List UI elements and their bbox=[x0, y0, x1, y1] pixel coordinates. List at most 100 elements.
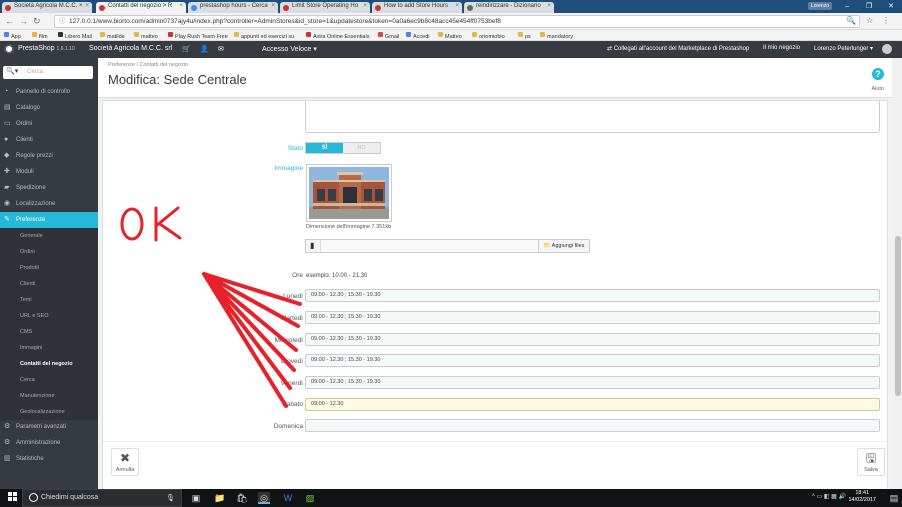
chrome-icon[interactable]: ◎ bbox=[258, 492, 270, 504]
hours-input-sunday[interactable] bbox=[305, 419, 880, 432]
bookmark[interactable]: Play Rush Team Free bbox=[168, 32, 228, 40]
hours-input-wednesday[interactable]: 09.00 - 12.30 ; 15.30 - 19.30 bbox=[305, 333, 880, 346]
bookmark[interactable]: Avira Online Essentials bbox=[306, 32, 369, 40]
hours-input-friday[interactable]: 09.00 - 12.30 ; 15.30 - 19.30 bbox=[305, 376, 880, 389]
microphone-icon[interactable]: 🎙 bbox=[166, 494, 175, 502]
submenu-item[interactable]: Cerca bbox=[0, 372, 98, 388]
help-icon[interactable]: ? bbox=[872, 68, 884, 80]
bookmark[interactable]: Gmail bbox=[378, 32, 399, 40]
bookmark[interactable]: film bbox=[32, 32, 48, 40]
sidebar-item-catalog[interactable]: ▤ Catalogo bbox=[0, 100, 98, 116]
help-label[interactable]: Aiuto bbox=[871, 86, 884, 92]
vertical-scrollbar[interactable] bbox=[894, 58, 902, 489]
status-no[interactable]: NO bbox=[343, 143, 380, 153]
submenu-item[interactable]: URL e SEO bbox=[0, 308, 98, 324]
user-menu[interactable]: Lorenzo Peterlunger ▾ bbox=[814, 45, 873, 52]
reload-icon[interactable]: ↻ bbox=[33, 16, 41, 27]
back-icon[interactable]: ← bbox=[5, 16, 14, 26]
quick-access-dropdown[interactable]: Accesso Veloce ▾ bbox=[262, 45, 317, 53]
bookmark[interactable]: mandatory bbox=[540, 32, 573, 40]
url-input[interactable]: ⓘ 127.0.0.1/www.biorto.com/admin0737ajy4u… bbox=[54, 15, 860, 28]
hours-input-saturday[interactable]: 09.00 - 12.30 bbox=[305, 398, 880, 411]
bookmark[interactable]: ps bbox=[518, 32, 531, 40]
sidebar-item-preferences[interactable]: ✎ Preferenze bbox=[0, 212, 98, 228]
app-icon[interactable]: ▨ bbox=[304, 492, 316, 504]
maximize-icon[interactable]: ❐ bbox=[858, 0, 880, 13]
taskbar-search-input[interactable]: Chiedimi qualcosa 🎙 bbox=[22, 489, 182, 507]
add-files-button[interactable]: 📁 Aggiungi files bbox=[538, 240, 589, 252]
user-icon[interactable]: 👤 bbox=[200, 45, 209, 53]
sidebar-item-dashboard[interactable]: ◔ Pannello di controllo bbox=[0, 84, 98, 100]
hours-input-thursday[interactable]: 09.00 - 12.30 ; 15.30 - 19.30 bbox=[305, 354, 880, 367]
browser-tab[interactable]: prestashop hours - Cerca × bbox=[188, 2, 278, 13]
word-icon[interactable]: W bbox=[282, 492, 294, 504]
sidebar-item-orders[interactable]: ▭ Ordini bbox=[0, 116, 98, 132]
sidebar-item-advanced[interactable]: ⚙ Parametri avanzati bbox=[0, 419, 98, 435]
cart-icon[interactable]: 🛒 bbox=[182, 45, 191, 53]
close-icon[interactable]: × bbox=[271, 3, 275, 9]
hours-input-monday[interactable]: 09.00 - 12.30 ; 15.30 - 19.30 bbox=[305, 289, 880, 302]
bookmark[interactable]: App bbox=[4, 32, 21, 40]
close-icon[interactable]: × bbox=[85, 3, 89, 9]
submenu-item[interactable]: Manutenzione bbox=[0, 388, 98, 404]
task-view-icon[interactable]: ▣ bbox=[190, 492, 202, 504]
prestashop-logo-icon[interactable] bbox=[4, 44, 14, 54]
submenu-item[interactable]: Ordini bbox=[0, 244, 98, 260]
shop-name[interactable]: Società Agricola M.C.C. srl bbox=[89, 45, 172, 52]
zoom-icon[interactable]: 🔍 bbox=[846, 16, 856, 25]
textarea-field[interactable] bbox=[305, 101, 880, 133]
mail-icon[interactable]: ✉ bbox=[218, 45, 224, 53]
submenu-item-current[interactable]: Contatti del negozio bbox=[0, 356, 98, 372]
windows-start-icon[interactable] bbox=[8, 492, 18, 502]
file-name-input[interactable] bbox=[320, 240, 538, 252]
my-shop-link[interactable]: Il mio negozio bbox=[763, 45, 800, 51]
forward-icon[interactable]: → bbox=[19, 16, 28, 26]
browser-tab-active[interactable]: Contatti del negozio > R × bbox=[96, 2, 186, 13]
file-upload[interactable]: ▮ 📁 Aggiungi files bbox=[305, 239, 590, 253]
sidebar-item-stats[interactable]: ▥ Statistiche bbox=[0, 451, 98, 467]
close-icon[interactable]: × bbox=[547, 3, 551, 9]
hours-input-tuesday[interactable]: 09.00 - 12.30 ; 15.30 - 19.30 bbox=[305, 311, 880, 324]
clock[interactable]: 18:41 14/02/2017 bbox=[848, 490, 876, 504]
close-window-icon[interactable]: ✕ bbox=[880, 0, 902, 13]
search-icon[interactable]: 🔍▾ bbox=[6, 67, 18, 75]
menu-icon[interactable]: ⋮ bbox=[882, 16, 890, 25]
save-button[interactable]: 🖫 Salva bbox=[857, 448, 885, 476]
store-icon[interactable]: 🛍 bbox=[236, 492, 248, 504]
bookmark[interactable]: matteo bbox=[134, 32, 158, 40]
browser-tab[interactable]: How to add Store Hours × bbox=[372, 2, 462, 13]
status-toggle[interactable]: SÌ NO bbox=[305, 142, 381, 154]
notifications-icon[interactable]: ▤ bbox=[888, 492, 900, 504]
bookmark[interactable]: Matteo bbox=[438, 32, 462, 40]
sidebar-item-localization[interactable]: ◉ Localizzazione bbox=[0, 196, 98, 212]
sidebar-item-admin[interactable]: ⚙ Amministrazione bbox=[0, 435, 98, 451]
bookmark[interactable]: appunti ed esercizi su bbox=[234, 32, 294, 40]
submenu-item[interactable]: CMS bbox=[0, 324, 98, 340]
minimize-icon[interactable]: – bbox=[836, 0, 858, 13]
bookmark[interactable]: matilde bbox=[100, 32, 125, 40]
browser-tab[interactable]: Limit Store Operating Ho × bbox=[280, 2, 370, 13]
avatar[interactable] bbox=[882, 44, 892, 54]
submenu-item[interactable]: Prodotti bbox=[0, 260, 98, 276]
sidebar-item-customers[interactable]: ● Clienti bbox=[0, 132, 98, 148]
scrollbar-thumb[interactable] bbox=[895, 236, 901, 396]
close-icon[interactable]: × bbox=[179, 3, 183, 9]
submenu-item[interactable]: Generale bbox=[0, 228, 98, 244]
status-yes[interactable]: SÌ bbox=[306, 143, 343, 153]
browser-tab[interactable]: Società Agricola M.C.C. × × bbox=[2, 2, 92, 13]
sidebar-item-modules[interactable]: ✚ Moduli bbox=[0, 164, 98, 180]
submenu-item[interactable]: Temi bbox=[0, 292, 98, 308]
cancel-button[interactable]: ✖ Annulla bbox=[111, 448, 139, 476]
submenu-item[interactable]: Geolocalizzazione bbox=[0, 404, 98, 420]
file-explorer-icon[interactable]: 📁 bbox=[214, 492, 226, 504]
search-input[interactable]: 🔍▾ Cerca bbox=[3, 66, 93, 79]
bookmark[interactable]: Accedi bbox=[406, 32, 430, 40]
brand[interactable]: PrestaShop 1.6.1.10 bbox=[18, 45, 75, 52]
bookmark[interactable]: ortomiobio bbox=[472, 32, 505, 40]
star-icon[interactable]: ☆ bbox=[866, 16, 873, 25]
close-icon[interactable]: × bbox=[455, 3, 459, 9]
profile-chip[interactable]: Lorenzo bbox=[807, 2, 832, 10]
bookmark[interactable]: Libero Mail bbox=[58, 32, 92, 40]
submenu-item[interactable]: Clienti bbox=[0, 276, 98, 292]
marketplace-link[interactable]: ⇄ Collegati all'account del Marketplace … bbox=[607, 45, 749, 52]
